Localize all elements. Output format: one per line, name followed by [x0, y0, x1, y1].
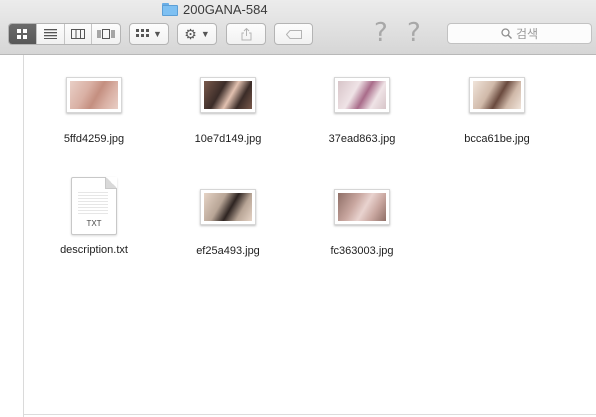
- file-name: 10e7d149.jpg: [194, 133, 262, 145]
- tag-icon: [285, 29, 302, 39]
- photo-preview: [204, 193, 252, 221]
- image-thumbnail: [200, 189, 256, 225]
- arrange-button[interactable]: ▼: [129, 23, 169, 45]
- file-item[interactable]: 10e7d149.jpg: [173, 77, 283, 145]
- file-item[interactable]: ef25a493.jpg: [173, 189, 283, 257]
- list-view-icon: [43, 29, 57, 39]
- action-button[interactable]: ⚙ ▼: [177, 23, 217, 45]
- file-name: 37ead863.jpg: [328, 133, 396, 145]
- file-name: 5ffd4259.jpg: [63, 133, 125, 145]
- column-view-button[interactable]: [65, 24, 93, 44]
- window-title-text: 200GANA-584: [183, 1, 268, 17]
- cover-flow-icon: [97, 29, 115, 39]
- file-name: description.txt: [60, 244, 128, 256]
- file-item[interactable]: 5ffd4259.jpg: [39, 77, 149, 145]
- question-icon[interactable]: ?: [407, 18, 421, 48]
- share-button[interactable]: [226, 23, 266, 45]
- photo-preview: [473, 81, 521, 109]
- file-item[interactable]: TXT description.txt: [39, 177, 149, 256]
- finder-toolbar: 200GANA-584 ▼ ⚙ ▼ ? ? 검색: [0, 0, 596, 55]
- image-thumbnail: [469, 77, 525, 113]
- image-thumbnail: [334, 189, 390, 225]
- file-item[interactable]: bcca61be.jpg: [442, 77, 552, 145]
- file-name: ef25a493.jpg: [196, 245, 260, 257]
- text-document-icon: TXT: [71, 177, 117, 235]
- file-extension-label: TXT: [86, 219, 102, 228]
- sidebar: [0, 55, 24, 417]
- question-icon[interactable]: ?: [374, 18, 388, 48]
- grid-arrange-icon: [136, 29, 150, 37]
- photo-preview: [338, 193, 386, 221]
- window-title: 200GANA-584: [162, 1, 268, 17]
- list-view-button[interactable]: [37, 24, 65, 44]
- gear-icon: ⚙: [184, 25, 197, 42]
- search-icon: [501, 28, 512, 39]
- image-thumbnail: [200, 77, 256, 113]
- photo-preview: [70, 81, 118, 109]
- file-item[interactable]: 37ead863.jpg: [307, 77, 417, 145]
- file-name: bcca61be.jpg: [464, 133, 530, 145]
- share-icon: [241, 27, 251, 40]
- search-field[interactable]: 검색: [447, 23, 592, 44]
- image-thumbnail: [66, 77, 122, 113]
- file-item[interactable]: fc363003.jpg: [307, 189, 417, 257]
- divider: [24, 414, 596, 415]
- view-mode-segmented-control: [8, 23, 121, 45]
- chevron-down-icon: ▼: [153, 29, 162, 39]
- tag-button[interactable]: [274, 23, 313, 45]
- chevron-down-icon: ▼: [200, 29, 210, 39]
- icon-view-button[interactable]: [9, 24, 37, 44]
- photo-preview: [204, 81, 252, 109]
- image-thumbnail: [334, 77, 390, 113]
- file-name: fc363003.jpg: [330, 245, 394, 257]
- cover-flow-view-button[interactable]: [92, 24, 120, 44]
- column-view-icon: [70, 29, 85, 39]
- photo-preview: [338, 81, 386, 109]
- icon-view-icon: [16, 28, 27, 39]
- folder-icon: [162, 2, 178, 16]
- search-placeholder: 검색: [515, 27, 539, 41]
